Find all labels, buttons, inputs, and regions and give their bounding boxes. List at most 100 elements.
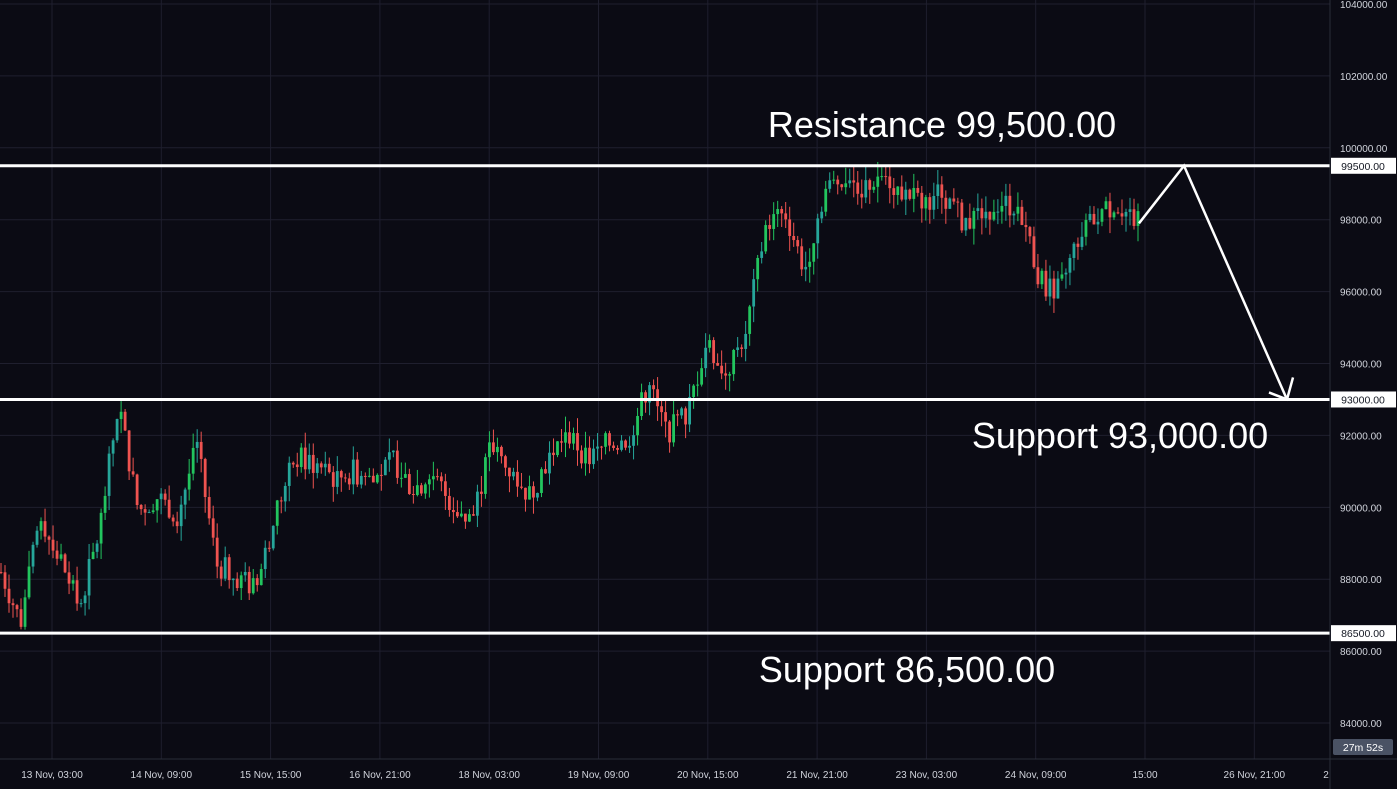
candle-body	[51, 539, 55, 551]
candle-body	[63, 554, 67, 573]
candle-body	[79, 603, 83, 605]
candle-body	[83, 595, 87, 604]
candle-body	[996, 211, 1000, 213]
y-tick-label: 84000.00	[1340, 719, 1382, 730]
candle-body	[151, 510, 155, 513]
candle-body	[788, 219, 792, 236]
candle-body	[928, 197, 932, 210]
y-tick-label: 90000.00	[1340, 503, 1382, 514]
candle-body	[980, 208, 984, 219]
candle-body	[1020, 206, 1024, 225]
candle-body	[219, 566, 223, 579]
candle-body	[1136, 211, 1140, 226]
candle-body	[43, 521, 47, 537]
x-tick-label: 21 Nov, 21:00	[786, 770, 848, 781]
x-tick-label: 26 Nov, 21:00	[1224, 770, 1286, 781]
candle-body	[536, 492, 539, 498]
candle-body	[488, 442, 491, 458]
candle-body	[295, 464, 299, 468]
candle-body	[592, 448, 595, 465]
y-tick-label: 92000.00	[1340, 431, 1382, 442]
candle-body	[916, 187, 920, 193]
candle-body	[347, 478, 351, 485]
candle-body	[11, 603, 15, 606]
candle-body	[363, 475, 367, 477]
candle-body	[888, 176, 892, 189]
x-tick-label: 20 Nov, 15:00	[677, 770, 739, 781]
candle-body	[111, 440, 115, 454]
level-price-label: 99500.00	[1341, 161, 1385, 173]
candle-body	[620, 440, 623, 450]
projection-line	[1138, 163, 1289, 400]
candle-body	[696, 384, 700, 386]
x-tick-label: 19 Nov, 09:00	[568, 770, 630, 781]
candle-body	[379, 474, 383, 476]
candle-body	[1112, 212, 1116, 218]
candle-body	[516, 471, 519, 487]
candle-body	[744, 333, 748, 349]
candle-body	[23, 597, 27, 627]
candle-body	[880, 176, 884, 178]
candle-body	[119, 411, 123, 420]
y-tick-label: 100000.00	[1340, 144, 1388, 155]
candle-body	[203, 458, 207, 498]
candle-body	[391, 450, 395, 453]
candle-body	[532, 486, 535, 498]
candle-body	[700, 368, 704, 385]
candle-body	[492, 442, 495, 453]
candle-body	[103, 495, 107, 513]
candle-body	[872, 186, 876, 190]
candle-body	[712, 340, 716, 363]
candle-body	[868, 180, 872, 190]
candle-body	[1028, 227, 1032, 237]
candle-body	[307, 454, 311, 470]
candle-body	[992, 211, 996, 220]
candle-body	[836, 179, 840, 185]
candle-body	[271, 525, 275, 549]
timer-label: 27m 52s	[1343, 742, 1383, 754]
candle-body	[800, 246, 804, 270]
candle-body	[1024, 224, 1028, 228]
candle-body	[920, 192, 924, 209]
candle-body	[924, 197, 928, 209]
candle-body	[431, 476, 435, 480]
candle-body	[952, 198, 956, 202]
x-tick-label: 16 Nov, 21:00	[349, 770, 411, 781]
candle-body	[472, 514, 475, 516]
candle-body	[143, 509, 147, 513]
candle-body	[435, 476, 439, 478]
candle-body	[848, 180, 852, 184]
candle-body	[175, 521, 179, 527]
candle-body	[564, 432, 567, 443]
price-chart[interactable]: 99500.00 Resistance 99,500.00 93000.00 Supp…	[0, 0, 1397, 789]
x-tick-label: 13 Nov, 03:00	[21, 770, 83, 781]
candle-body	[163, 493, 167, 500]
candle-body	[323, 463, 327, 468]
candle-body	[1004, 195, 1008, 206]
chart-root: 99500.00 Resistance 99,500.00 93000.00 Supp…	[0, 0, 1397, 789]
candle-body	[784, 213, 788, 220]
candle-body	[407, 474, 411, 495]
candle-body	[572, 433, 575, 444]
candle-body	[211, 518, 215, 538]
candle-body	[724, 373, 728, 376]
candle-body	[596, 446, 599, 449]
candle-body	[912, 187, 916, 199]
candle-body	[624, 440, 627, 448]
candle-body	[740, 347, 744, 349]
candle-body	[207, 497, 211, 519]
candle-body	[59, 554, 63, 559]
candle-body	[251, 578, 255, 594]
candle-body	[75, 580, 79, 604]
candle-body	[824, 188, 828, 212]
candle-body	[804, 266, 808, 270]
candle-body	[1096, 221, 1100, 225]
candle-body	[87, 558, 91, 596]
candle-body	[399, 477, 403, 479]
candle-body	[504, 456, 507, 468]
candle-body	[35, 530, 39, 545]
y-tick-label: 88000.00	[1340, 575, 1382, 586]
candle-body	[239, 575, 243, 589]
candle-body	[3, 572, 7, 589]
candle-body	[427, 479, 431, 485]
